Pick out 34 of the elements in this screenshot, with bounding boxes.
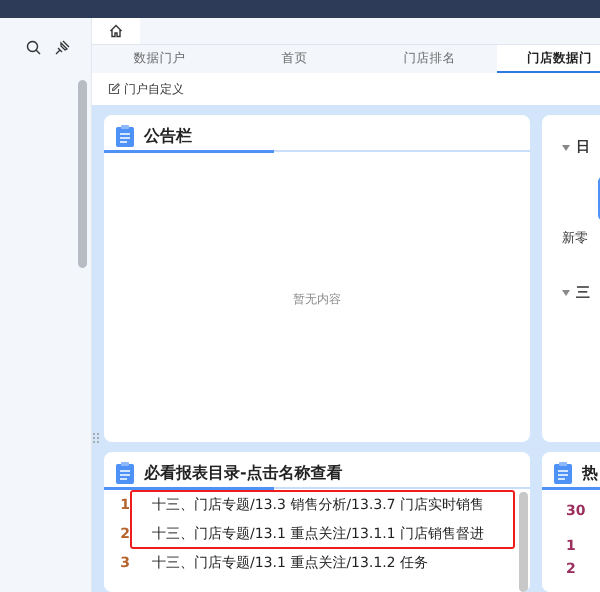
drag-handle-icon[interactable] — [92, 432, 100, 444]
card-title: 热 — [582, 462, 598, 484]
row-number: 2 — [119, 525, 130, 544]
clipboard-icon — [554, 462, 572, 484]
report-link[interactable]: 十三、门店专题/13.1 重点关注/13.1.2 任务 — [152, 553, 428, 574]
tab[interactable]: 门店排名 — [362, 45, 497, 73]
scrollbar[interactable] — [78, 80, 87, 268]
pin-icon[interactable] — [55, 40, 70, 55]
tab[interactable]: 门店数据门 — [497, 45, 600, 73]
tile-label: 新零 — [561, 230, 589, 248]
rank-value: 1 — [565, 537, 577, 556]
tab[interactable]: 首页 — [227, 45, 362, 73]
caret-icon[interactable] — [562, 290, 570, 296]
rank-value: 30 — [565, 502, 586, 521]
clipboard-icon — [116, 124, 134, 146]
card-title: 公告栏 — [144, 124, 192, 146]
tab[interactable]: 数据门户 — [92, 45, 227, 73]
clipboard-icon — [116, 462, 134, 484]
customize-button[interactable]: 门户自定义 — [108, 80, 184, 98]
empty-message: 暂无内容 — [292, 291, 342, 308]
home-icon — [109, 24, 123, 38]
report-link[interactable]: 十三、门店专题/13.3 销售分析/13.3.7 门店实时销售 — [152, 495, 484, 516]
group-title: 日 — [576, 138, 590, 157]
caret-icon[interactable] — [562, 144, 570, 150]
search-icon[interactable] — [26, 40, 41, 55]
scrollbar[interactable] — [519, 492, 528, 592]
row-number: 1 — [119, 496, 130, 515]
rank-value: 2 — [565, 560, 577, 579]
card-title: 必看报表目录-点击名称查看 — [144, 462, 343, 484]
home-tab[interactable] — [92, 18, 140, 44]
edit-icon — [108, 82, 120, 95]
group-title: 三 — [576, 284, 590, 302]
report-link[interactable]: 十三、门店专题/13.1 重点关注/13.1.1 门店销售督进 — [152, 524, 484, 545]
row-number: 3 — [119, 554, 130, 573]
